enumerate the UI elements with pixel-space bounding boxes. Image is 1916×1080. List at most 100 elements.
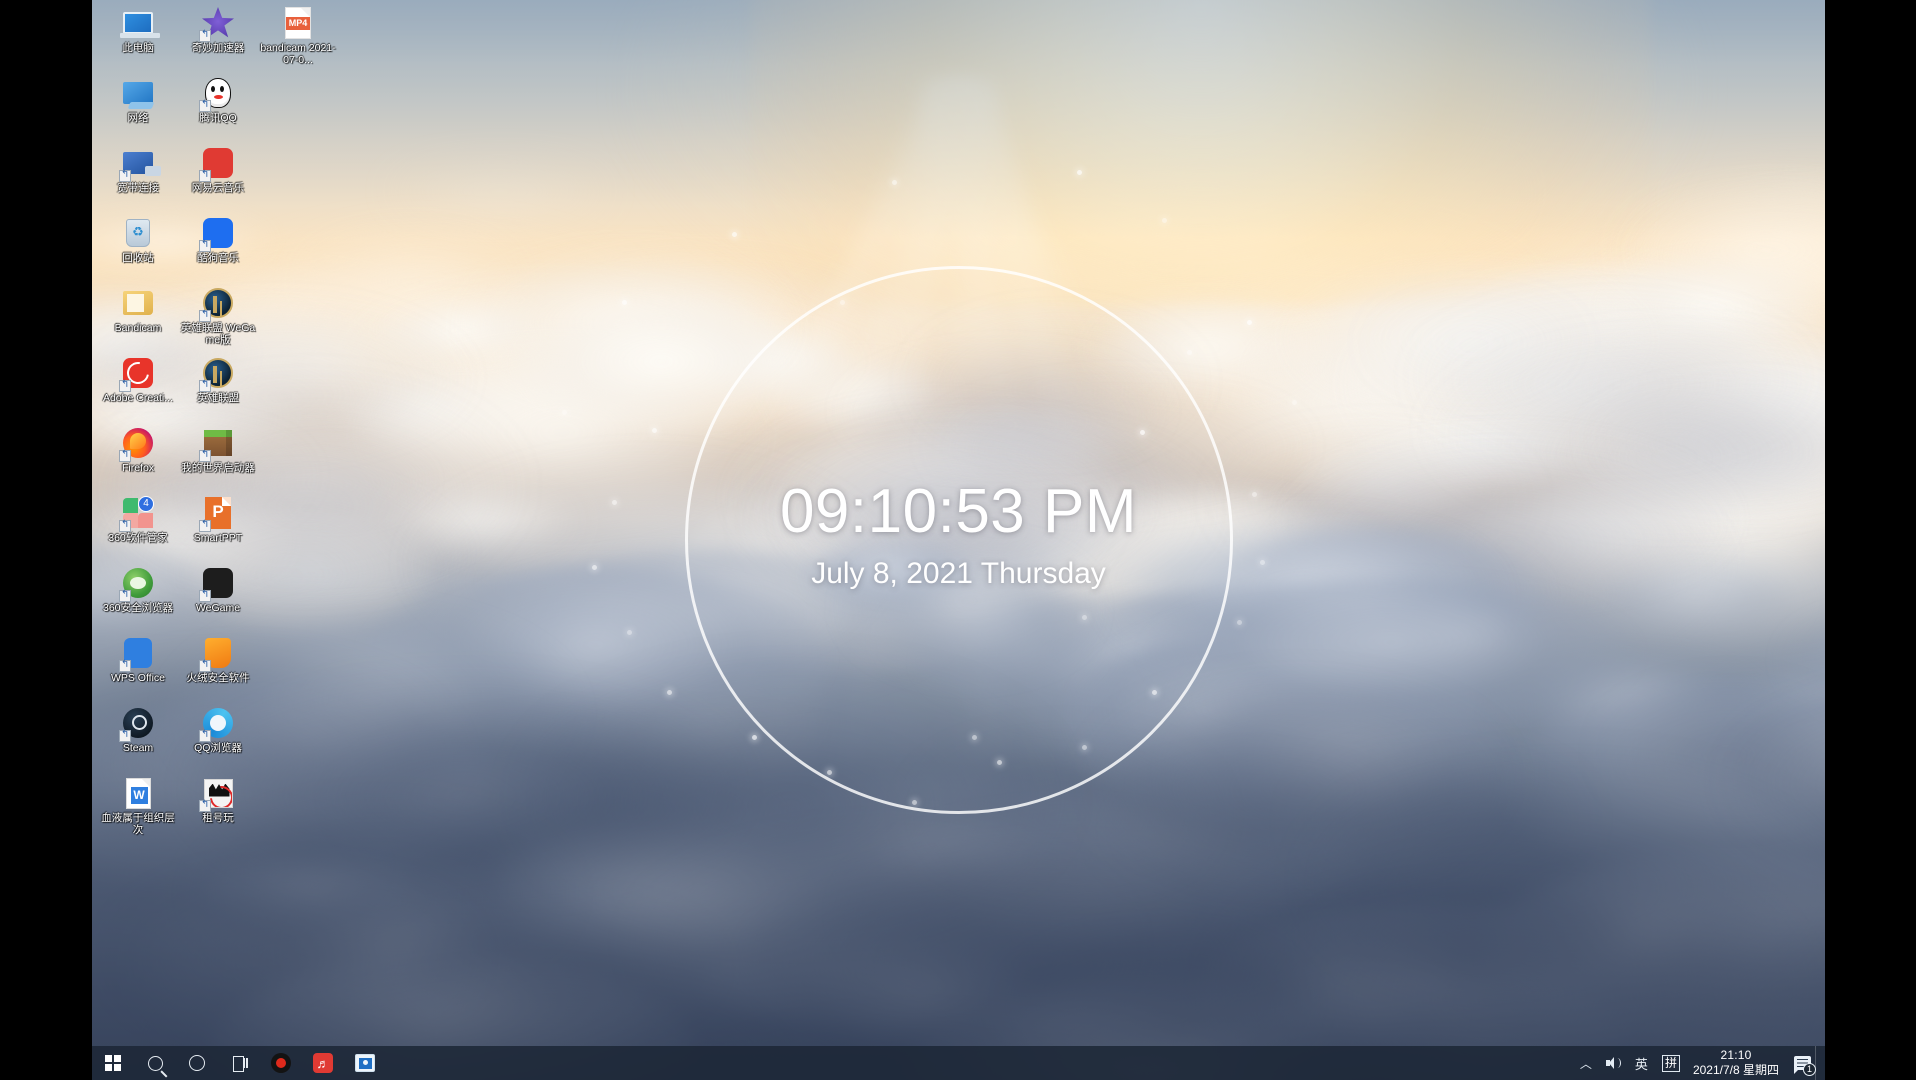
desktop-icon-label: 360安全浏览器 xyxy=(102,602,174,614)
360-secure-browser-icon xyxy=(119,566,155,602)
desktop-icon[interactable]: 网络 xyxy=(98,72,178,142)
desktop-icon[interactable]: 回收站 xyxy=(98,212,178,282)
desktop-icon[interactable]: 血液属于组织层次 xyxy=(98,772,178,842)
qimiao-accelerator-icon xyxy=(199,6,235,42)
desktop-icon-empty xyxy=(258,142,338,212)
desktop-icon[interactable]: 英雄联盟 WeGame版 xyxy=(178,282,258,352)
desktop-icon[interactable]: Bandicam xyxy=(98,282,178,352)
adobe-creative-cloud-icon xyxy=(119,356,155,392)
desktop-icon[interactable]: 腾讯QQ xyxy=(178,72,258,142)
this-pc-icon xyxy=(120,6,160,40)
desktop-icon-grid[interactable]: 此电脑 奇妙加速器 bandicam 2021-07-0... 网络 腾讯QQ 宽带连接 网… xyxy=(98,2,338,842)
desktop-icon-label: 腾讯QQ xyxy=(199,112,237,124)
desktop[interactable]: 09:10:53 PM July 8, 2021 Thursday 此电脑 奇妙加… xyxy=(92,0,1825,1080)
system-tray[interactable]: ︿ 英 拼 21:10 2021/7/8 星期四 1 xyxy=(1573,1046,1825,1080)
smartppt-icon xyxy=(199,496,235,532)
desktop-icon[interactable]: 火绒安全软件 xyxy=(178,632,258,702)
desktop-icon[interactable]: 宽带连接 xyxy=(98,142,178,212)
kugou-music-icon xyxy=(199,216,235,252)
desktop-icon[interactable]: 我的世界启动器 xyxy=(178,422,258,492)
windows-logo-icon xyxy=(105,1055,121,1071)
desktop-icon-label: 租号玩 xyxy=(202,812,234,824)
desktop-icon-label: 血液属于组织层次 xyxy=(101,812,175,836)
desktop-clock-widget: 09:10:53 PM July 8, 2021 Thursday xyxy=(684,266,1233,814)
wps-office-icon xyxy=(119,636,155,672)
system-app-taskbar-button[interactable] xyxy=(344,1046,386,1080)
shortcut-arrow-icon xyxy=(199,240,211,252)
task-view-icon xyxy=(231,1056,248,1072)
bandicam-taskbar-button[interactable] xyxy=(260,1046,302,1080)
desktop-icon-empty xyxy=(258,282,338,352)
show-desktop-button[interactable] xyxy=(1815,1046,1821,1080)
task-view-button[interactable] xyxy=(218,1046,260,1080)
netease-music-icon: ♬ xyxy=(313,1053,333,1073)
desktop-icon-label: 此电脑 xyxy=(122,42,154,54)
search-button[interactable] xyxy=(134,1046,176,1080)
360-software-manager-icon xyxy=(119,496,155,532)
desktop-icon-label: 宽带连接 xyxy=(117,182,159,194)
shortcut-arrow-icon xyxy=(199,800,211,812)
desktop-icon[interactable]: Adobe Creati... xyxy=(98,352,178,422)
desktop-icon-label: 我的世界启动器 xyxy=(181,462,255,474)
netease-music-taskbar-button[interactable]: ♬ xyxy=(302,1046,344,1080)
shortcut-arrow-icon xyxy=(199,30,211,42)
desktop-icon[interactable]: 英雄联盟 xyxy=(178,352,258,422)
broadband-connection-icon xyxy=(119,146,161,182)
shortcut-arrow-icon xyxy=(199,310,211,322)
desktop-icon-label: 火绒安全软件 xyxy=(186,672,250,684)
desktop-icon-label: Firefox xyxy=(121,462,155,474)
mp4-file-icon xyxy=(281,6,315,40)
shortcut-arrow-icon xyxy=(199,450,211,462)
desktop-icon-empty xyxy=(258,212,338,282)
desktop-icon[interactable]: SmartPPT xyxy=(178,492,258,562)
desktop-icon-label: 网易云音乐 xyxy=(191,182,245,194)
shortcut-arrow-icon xyxy=(119,660,131,672)
desktop-icon[interactable]: 360安全浏览器 xyxy=(98,562,178,632)
desktop-icon-label: WeGame xyxy=(195,602,241,614)
desktop-icon-label: WPS Office xyxy=(110,672,166,684)
desktop-icon[interactable]: WeGame xyxy=(178,562,258,632)
desktop-icon-empty xyxy=(258,562,338,632)
desktop-icon[interactable]: Steam xyxy=(98,702,178,772)
minecraft-launcher-icon xyxy=(199,426,235,462)
shortcut-arrow-icon xyxy=(119,520,131,532)
desktop-icon[interactable]: Firefox xyxy=(98,422,178,492)
desktop-icon[interactable]: 酷狗音乐 xyxy=(178,212,258,282)
desktop-icon[interactable]: 奇妙加速器 xyxy=(178,2,258,72)
cortana-button[interactable] xyxy=(176,1046,218,1080)
desktop-icon-label: QQ浏览器 xyxy=(194,742,242,754)
pc-settings-icon xyxy=(355,1054,375,1072)
desktop-icon[interactable]: 租号玩 xyxy=(178,772,258,842)
desktop-icon-empty xyxy=(258,422,338,492)
desktop-icon[interactable]: WPS Office xyxy=(98,632,178,702)
desktop-icon[interactable]: 360软件管家 xyxy=(98,492,178,562)
volume-button[interactable] xyxy=(1599,1046,1628,1080)
notifications-button[interactable]: 1 xyxy=(1789,1046,1816,1080)
start-button[interactable] xyxy=(92,1046,134,1080)
taskbar-buttons[interactable]: ♬ xyxy=(92,1046,386,1080)
tray-expand-button[interactable]: ︿ xyxy=(1573,1046,1599,1080)
desktop-icon-empty xyxy=(258,772,338,842)
desktop-icon-label: bandicam 2021-07-0... xyxy=(260,42,336,66)
ime-mode-button[interactable]: 拼 xyxy=(1655,1046,1687,1080)
shortcut-arrow-icon xyxy=(119,730,131,742)
desktop-icon-label: 回收站 xyxy=(122,252,154,264)
taskbar[interactable]: ♬ ︿ 英 拼 21:10 2021/7/8 星期四 1 xyxy=(92,1046,1825,1080)
shortcut-arrow-icon xyxy=(199,100,211,112)
taskbar-clock[interactable]: 21:10 2021/7/8 星期四 xyxy=(1687,1048,1789,1078)
bandicam-folder-icon xyxy=(121,286,155,320)
desktop-icon-label: Steam xyxy=(122,742,154,754)
desktop-icon[interactable]: 网易云音乐 xyxy=(178,142,258,212)
taskbar-date: 2021/7/8 星期四 xyxy=(1692,1063,1779,1077)
huorong-security-icon xyxy=(199,636,235,672)
desktop-icon[interactable]: bandicam 2021-07-0... xyxy=(258,2,338,72)
desktop-icon-label: 网络 xyxy=(127,112,149,124)
desktop-icon[interactable]: QQ浏览器 xyxy=(178,702,258,772)
desktop-icon[interactable]: 此电脑 xyxy=(98,2,178,72)
ime-language-button[interactable]: 英 xyxy=(1628,1046,1655,1080)
desktop-icon-label: 英雄联盟 xyxy=(197,392,239,404)
shortcut-arrow-icon xyxy=(119,450,131,462)
shortcut-arrow-icon xyxy=(119,170,131,182)
network-icon xyxy=(121,76,155,110)
desktop-icon-label: SmartPPT xyxy=(193,532,243,544)
